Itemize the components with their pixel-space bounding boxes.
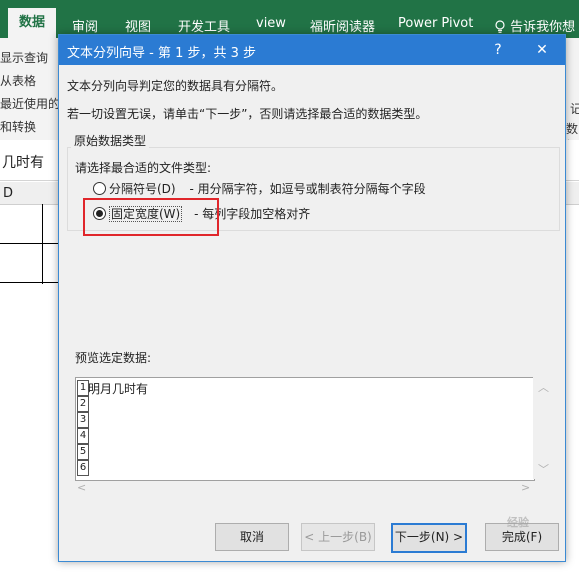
ribbon-tab-foxit[interactable]: 福昕阅读器 bbox=[310, 16, 375, 35]
ribbon-tab-bar: 数据 审阅 视图 开发工具 view 福昕阅读器 Power Pivot 告诉我… bbox=[0, 0, 579, 38]
tell-me-search[interactable]: 告诉我你想 bbox=[494, 16, 575, 35]
scroll-left-icon[interactable]: < bbox=[77, 481, 86, 494]
delimited-label[interactable]: 分隔符号(D) bbox=[109, 182, 176, 196]
group-title: 原始数据类型 bbox=[71, 132, 150, 149]
get-transform-group-label: 和转换 bbox=[0, 120, 37, 134]
ribbon-tab-view[interactable]: 视图 bbox=[125, 16, 151, 35]
red-highlight-box bbox=[83, 198, 219, 236]
group-prompt: 请选择最合适的文件类型: bbox=[75, 161, 212, 175]
tell-me-label: 告诉我你想 bbox=[510, 20, 576, 35]
preview-horizontal-scrollbar[interactable]: < > bbox=[75, 481, 533, 497]
dialog-titlebar[interactable]: 文本分列向导 - 第 1 步，共 3 步 ? ✕ bbox=[59, 35, 565, 65]
column-header-d[interactable]: D bbox=[3, 186, 13, 201]
wizard-instruction-line: 若一切设置无误，请单击“下一步”，否则请选择最合适的数据类型。 bbox=[67, 107, 428, 121]
ribbon-tab-data[interactable]: 数据 bbox=[8, 8, 57, 38]
preview-row-number: 2 bbox=[77, 396, 89, 412]
show-queries-item[interactable]: 显示查询 bbox=[0, 49, 48, 66]
recent-sources-item[interactable]: 最近使用的 bbox=[0, 95, 60, 112]
preview-vertical-scrollbar[interactable]: ︿ ﹀ bbox=[533, 377, 553, 479]
cell-border bbox=[0, 282, 60, 283]
close-button[interactable]: ✕ bbox=[529, 38, 555, 62]
lightbulb-icon bbox=[494, 20, 510, 35]
ribbon-right-fragment: 记 bbox=[570, 102, 579, 116]
scroll-up-icon[interactable]: ︿ bbox=[538, 379, 549, 395]
dialog-title: 文本分列向导 - 第 1 步，共 3 步 bbox=[67, 46, 257, 61]
scroll-down-icon[interactable]: ﹀ bbox=[538, 461, 549, 477]
help-button[interactable]: ? bbox=[485, 38, 511, 62]
watermark: 经验 bbox=[507, 516, 529, 529]
preview-row-number: 3 bbox=[77, 412, 89, 428]
ribbon-tab-power-pivot[interactable]: Power Pivot bbox=[398, 16, 473, 31]
back-button[interactable]: < 上一步(B) bbox=[301, 523, 375, 551]
next-button[interactable]: 下一步(N) > bbox=[391, 523, 467, 553]
preview-text: 明月几时有 bbox=[88, 382, 149, 396]
wizard-info-line: 文本分列向导判定您的数据具有分隔符。 bbox=[67, 79, 284, 93]
scroll-right-icon[interactable]: > bbox=[521, 481, 530, 494]
preview-label: 预览选定数据: bbox=[75, 351, 152, 365]
ribbon-tab-developer[interactable]: 开发工具 bbox=[178, 16, 230, 35]
cell-border bbox=[42, 204, 43, 284]
ribbon-tab-review[interactable]: 审阅 bbox=[72, 16, 98, 35]
cancel-button[interactable]: 取消 bbox=[215, 523, 289, 551]
data-preview-pane[interactable]: 1 2 3 4 5 6 明月几时有 bbox=[75, 377, 535, 481]
formula-bar-text: 几时有 bbox=[2, 155, 44, 171]
cell-border bbox=[0, 243, 60, 244]
from-table-item[interactable]: 从表格 bbox=[0, 72, 36, 89]
delimited-description: - 用分隔字符，如逗号或制表符分隔每个字段 bbox=[189, 182, 426, 196]
preview-row-number: 6 bbox=[77, 460, 89, 476]
preview-row-number: 5 bbox=[77, 444, 89, 460]
radio-delimited[interactable] bbox=[93, 182, 106, 195]
preview-row-number: 4 bbox=[77, 428, 89, 444]
delimited-option[interactable]: 分隔符号(D) - 用分隔字符，如逗号或制表符分隔每个字段 bbox=[93, 180, 426, 198]
ribbon-tab-view-addin[interactable]: view bbox=[256, 16, 286, 31]
text-to-columns-wizard-dialog: 文本分列向导 - 第 1 步，共 3 步 ? ✕ 文本分列向导判定您的数据具有分… bbox=[58, 34, 566, 562]
